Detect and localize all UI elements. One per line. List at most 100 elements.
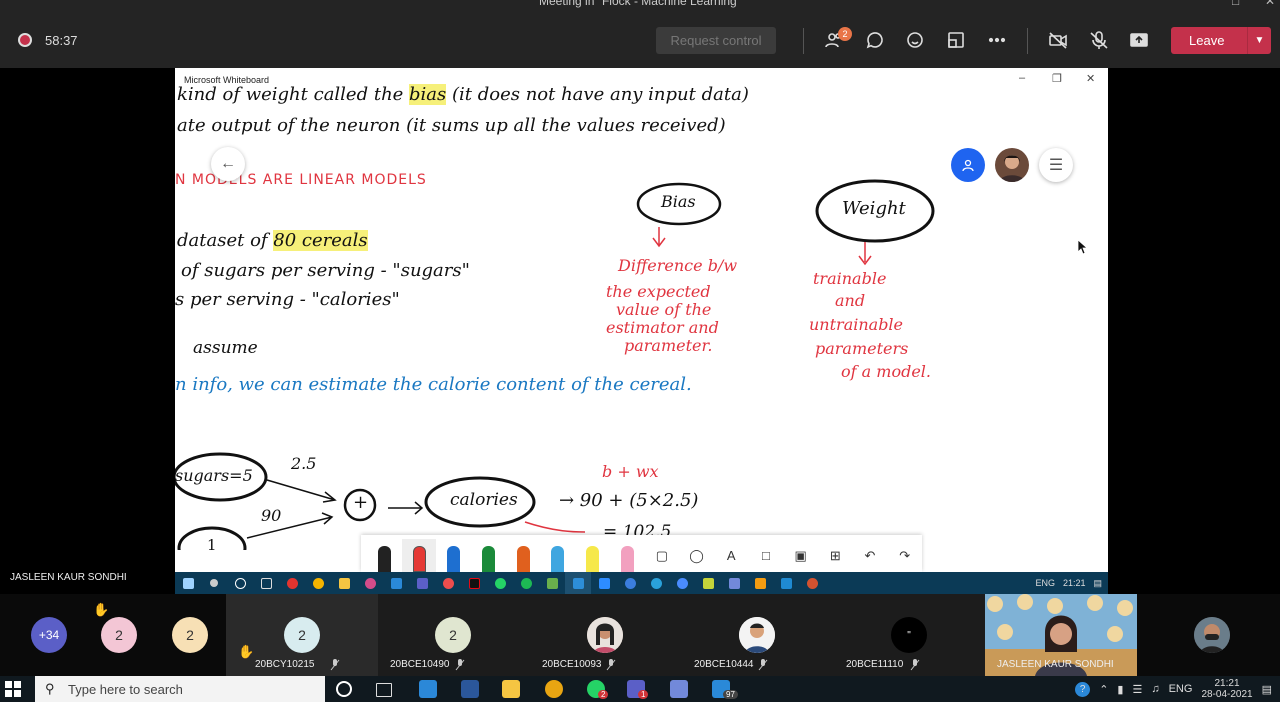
participant-tile[interactable]: +34 <box>0 594 100 676</box>
share-screen-icon[interactable] <box>1125 26 1153 54</box>
green-pen-tool[interactable] <box>471 539 506 572</box>
discord-icon <box>721 572 747 594</box>
task-view-icon[interactable] <box>376 683 392 697</box>
help-icon[interactable]: ? <box>1075 681 1091 697</box>
plus-node-label: + <box>353 492 369 513</box>
vscode-icon <box>773 572 799 594</box>
windows-start-icon[interactable] <box>5 681 21 697</box>
folder-icon <box>331 572 357 594</box>
sticky-note-icon[interactable]: □ <box>749 539 784 572</box>
powerpoint-icon <box>799 572 825 594</box>
netflix-icon <box>461 572 487 594</box>
one-node-label: 1 <box>207 536 217 554</box>
whiteboard-icon <box>565 572 591 594</box>
reactions-icon[interactable] <box>901 26 929 54</box>
participant-tile[interactable]: 20BCE10093 <box>530 594 682 676</box>
participant-tile[interactable]: 20BCE10444 <box>682 594 834 676</box>
chevron-down-icon[interactable]: ▼ <box>1247 27 1271 54</box>
participant-tile[interactable]: " 20BCE11110 <box>834 594 986 676</box>
back-button[interactable]: ← <box>211 147 245 181</box>
more-participants-count[interactable]: +34 <box>31 617 67 653</box>
blue-pen-tool[interactable] <box>436 539 471 572</box>
undo-icon[interactable]: ↶ <box>853 539 888 572</box>
weight-description-line: and <box>835 291 866 310</box>
red-pen-tool[interactable] <box>401 539 437 572</box>
tray-lang[interactable]: ENG <box>1169 683 1193 695</box>
redo-icon[interactable]: ↷ <box>887 539 922 572</box>
weight-description-line: trainable <box>813 269 887 288</box>
invite-user-button[interactable] <box>951 148 985 182</box>
app-icon[interactable] <box>419 680 437 698</box>
recording-icon <box>18 33 32 47</box>
discord-icon[interactable] <box>670 680 688 698</box>
cortana-icon[interactable] <box>336 681 352 697</box>
weight-value: 2.5 <box>291 454 317 473</box>
search-icon <box>201 572 227 594</box>
participant-name: JASLEEN KAUR SONDHI <box>997 659 1114 670</box>
participant-name: 20BCE10093 <box>542 659 602 670</box>
pink-highlighter-tool[interactable] <box>610 539 645 572</box>
bias-description-line: estimator and <box>606 318 719 337</box>
app-icon <box>435 572 461 594</box>
browser-icon <box>357 572 383 594</box>
task-view-icon <box>253 572 279 594</box>
leave-label: Leave <box>1189 33 1225 48</box>
participant-name: 20BCE11110 <box>846 659 904 670</box>
more-actions-icon[interactable] <box>983 26 1011 54</box>
formula: → 90 + (5×2.5) <box>559 490 699 511</box>
participants-badge: 2 <box>838 27 852 41</box>
avatar[interactable] <box>995 148 1029 182</box>
black-pen-tool[interactable] <box>367 539 402 572</box>
taskbar-search-box[interactable]: ⚲ Type here to search <box>35 676 325 702</box>
participant-tile[interactable]: ✋ 2 20BCY10215 <box>226 594 378 676</box>
insert-icon[interactable]: ⊞ <box>818 539 853 572</box>
yellow-highlighter-tool[interactable] <box>575 539 610 572</box>
bias-description-line: the expected <box>606 282 711 301</box>
avatar <box>587 617 623 653</box>
chrome-icon <box>305 572 331 594</box>
leave-button[interactable]: Leave ▼ <box>1171 27 1271 54</box>
participant-tile[interactable]: ✋ 2 <box>93 594 170 676</box>
breakout-rooms-icon[interactable] <box>942 26 970 54</box>
avatar: 2 <box>435 617 471 653</box>
battery-icon[interactable]: ▮ <box>1117 683 1123 696</box>
participant-tile[interactable] <box>1137 594 1280 676</box>
notifications-icon[interactable]: ▤ <box>1262 683 1272 696</box>
maximize-icon[interactable]: ❐ <box>1052 72 1062 85</box>
participant-tile[interactable]: 2 <box>170 594 226 676</box>
chevron-up-icon[interactable]: ⌃ <box>1099 683 1108 696</box>
calculator-icon <box>539 572 565 594</box>
chrome-icon[interactable] <box>545 680 563 698</box>
participant-tile[interactable]: 2 20BCE10490 <box>378 594 530 676</box>
close-icon[interactable]: ✕ <box>1265 0 1275 8</box>
image-icon[interactable]: ▣ <box>783 539 818 572</box>
shared-system-tray: ENG 21:21 ▤ <box>1035 572 1102 594</box>
light-blue-pen-tool[interactable] <box>540 539 575 572</box>
file-explorer-icon[interactable] <box>502 680 520 698</box>
restore-icon[interactable]: □ <box>1232 0 1239 8</box>
minimize-icon[interactable]: – <box>1019 72 1025 84</box>
network-icon[interactable]: ☰ <box>1132 683 1142 696</box>
request-control-button[interactable]: Request control <box>656 27 776 54</box>
app-icon <box>747 572 773 594</box>
formula-label: b + wx <box>602 462 659 481</box>
arrow-left-icon: ← <box>220 155 236 172</box>
participant-video-tile[interactable]: JASLEEN KAUR SONDHI <box>985 594 1137 676</box>
eraser-icon[interactable]: ▢ <box>645 539 680 572</box>
screen: Meeting in "Flock - Machine Learning" □ … <box>0 0 1280 702</box>
mic-off-icon[interactable] <box>1085 26 1113 54</box>
close-icon[interactable]: ✕ <box>1086 72 1095 85</box>
text-icon[interactable]: A <box>714 539 749 572</box>
avatar: 2 <box>284 617 320 653</box>
word-icon[interactable] <box>461 680 479 698</box>
orange-pen-tool[interactable] <box>506 539 541 572</box>
participant-strip: +34 ✋ 2 2 ✋ 2 20BCY10215 2 20BCE10490 20… <box>0 594 1280 676</box>
chat-icon[interactable] <box>861 26 889 54</box>
mic-off-icon <box>910 659 920 671</box>
whiteboard-canvas[interactable]: kind of weight called the bias (it does … <box>175 84 1108 554</box>
taskbar-clock[interactable]: 21:21 28-04-2021 <box>1201 678 1252 700</box>
lasso-icon[interactable]: ◯ <box>679 539 714 572</box>
camera-off-icon[interactable] <box>1044 26 1072 54</box>
volume-icon[interactable]: ♫ <box>1151 683 1159 695</box>
menu-button[interactable]: ☰ <box>1039 148 1073 182</box>
